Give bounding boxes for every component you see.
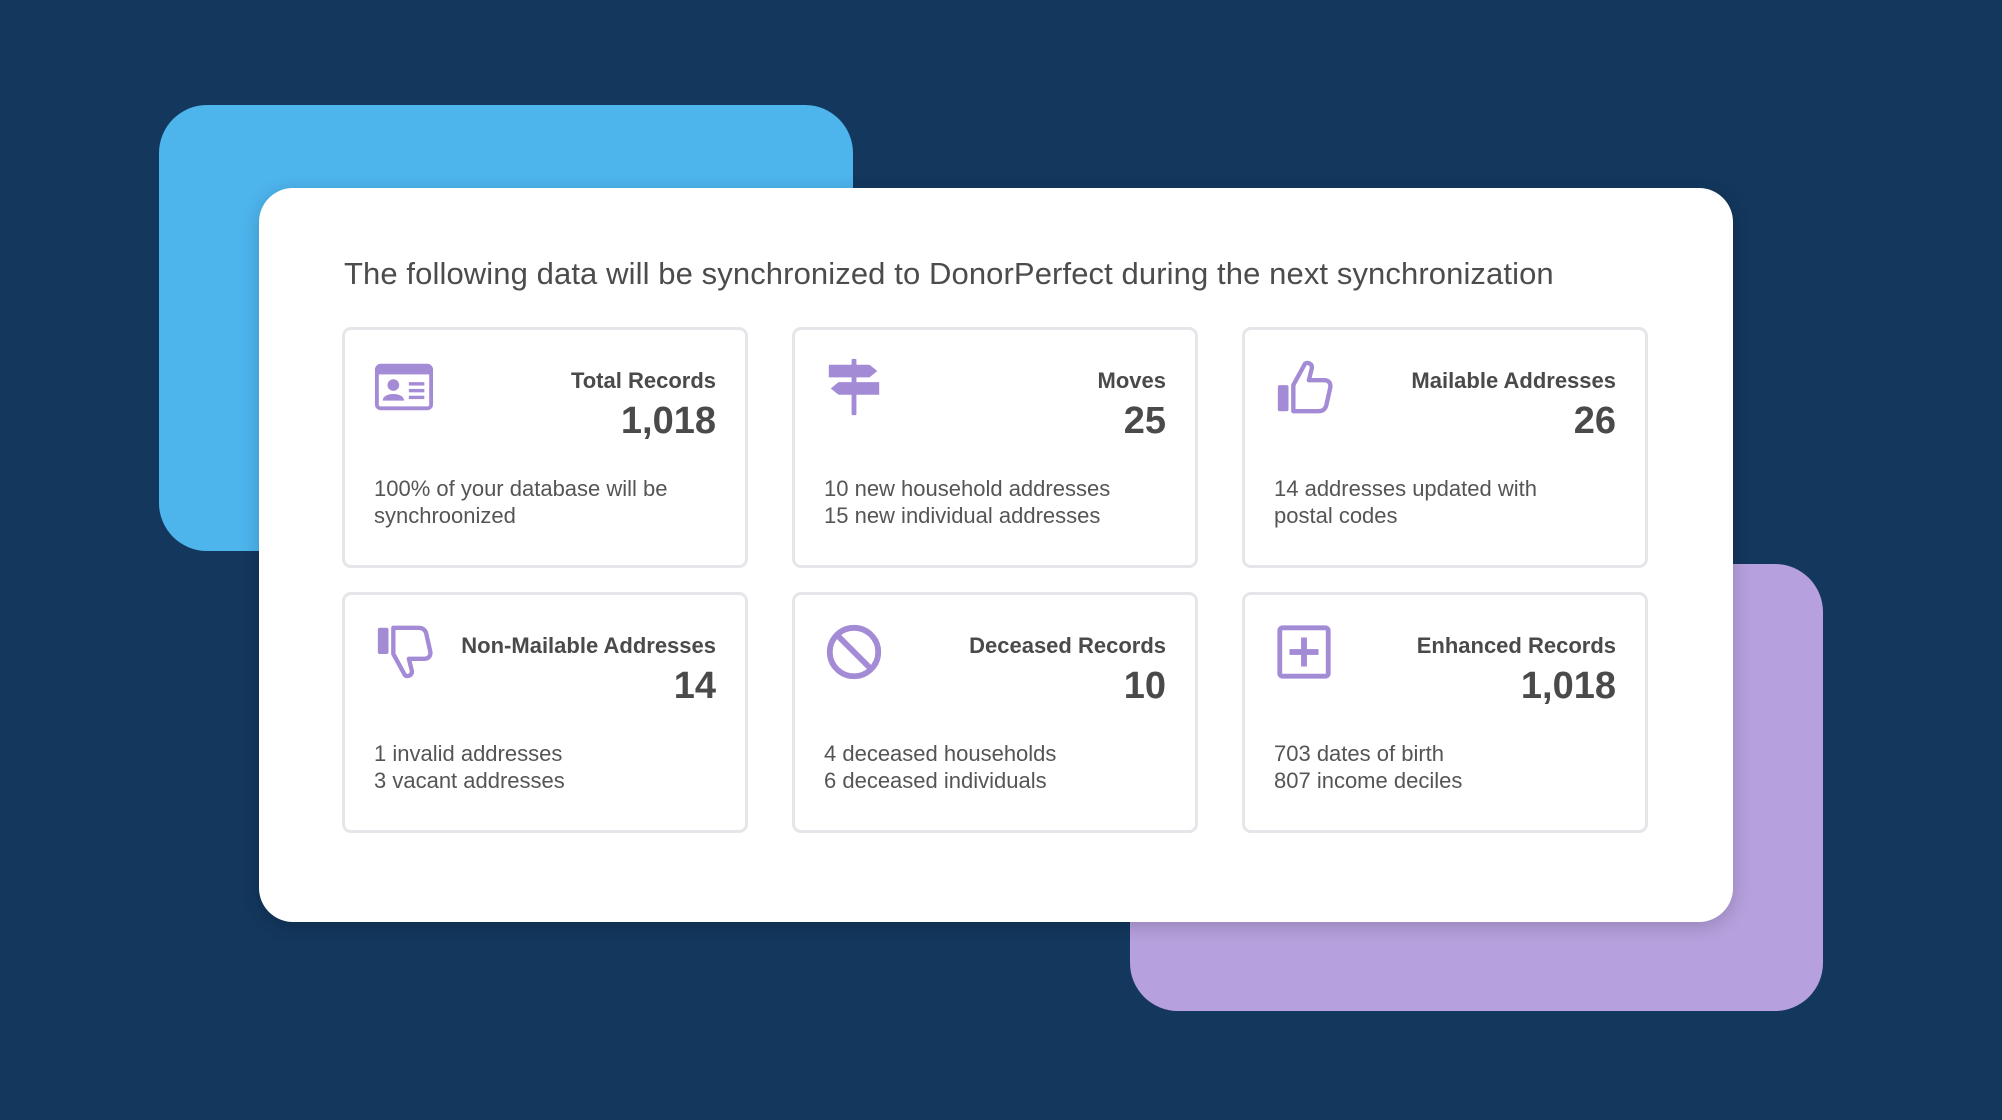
card-value: 1,018 (1520, 665, 1616, 707)
card-label: Mailable Addresses (1411, 368, 1616, 393)
card-description-line: 6 deceased individuals (824, 768, 1047, 793)
card-description-line: 807 income deciles (1274, 768, 1463, 793)
thumbs-down-icon (373, 621, 435, 683)
card-enhanced-records: Enhanced Records 1,018 703 dates of birt… (1242, 592, 1648, 833)
signpost-icon (823, 356, 885, 418)
card-description-line: postal codes (1274, 503, 1398, 528)
id-card-icon (373, 356, 435, 418)
stats-grid: Total Records 1,018 100% of your databas… (342, 327, 1648, 833)
card-description: 10 new household addresses 15 new indivi… (824, 475, 1164, 529)
card-description-line: 14 addresses updated with (1274, 476, 1537, 501)
card-mailable-addresses: Mailable Addresses 26 14 addresses updat… (1242, 327, 1648, 568)
card-value: 14 (673, 665, 716, 707)
card-description-line: 703 dates of birth (1274, 741, 1445, 766)
plus-square-icon (1273, 621, 1335, 683)
card-non-mailable-addresses: Non-Mailable Addresses 14 1 invalid addr… (342, 592, 748, 833)
card-description-line: 1 invalid addresses (374, 741, 563, 766)
card-description-line: 15 new individual addresses (824, 503, 1101, 528)
card-value: 1,018 (620, 400, 716, 442)
card-description: 4 deceased households 6 deceased individ… (824, 740, 1164, 794)
card-description-line: 10 new household addresses (824, 476, 1111, 501)
card-label: Deceased Records (969, 633, 1166, 658)
prohibited-icon (823, 621, 885, 683)
panel-title: The following data will be synchronized … (344, 256, 1554, 291)
card-deceased-records: Deceased Records 10 4 deceased household… (792, 592, 1198, 833)
card-label: Non-Mailable Addresses (461, 633, 716, 658)
card-description: 14 addresses updated with postal codes (1274, 475, 1614, 529)
card-moves: Moves 25 10 new household addresses 15 n… (792, 327, 1198, 568)
card-label: Moves (1097, 368, 1166, 393)
card-description-line: 3 vacant addresses (374, 768, 565, 793)
card-label: Enhanced Records (1416, 633, 1616, 658)
card-value: 26 (1573, 400, 1616, 442)
card-value: 25 (1123, 400, 1166, 442)
card-value: 10 (1123, 665, 1166, 707)
card-label: Total Records (570, 368, 716, 393)
card-description: 100% of your database will be synchrooni… (374, 475, 714, 529)
thumbs-up-icon (1273, 356, 1335, 418)
card-description: 1 invalid addresses 3 vacant addresses (374, 740, 714, 794)
card-description-line: 100% of your database will be (374, 476, 668, 501)
card-total-records: Total Records 1,018 100% of your databas… (342, 327, 748, 568)
card-description-line: synchroonized (374, 503, 516, 528)
sync-summary-panel: The following data will be synchronized … (259, 188, 1733, 922)
card-description: 703 dates of birth 807 income deciles (1274, 740, 1614, 794)
card-description-line: 4 deceased households (824, 741, 1057, 766)
